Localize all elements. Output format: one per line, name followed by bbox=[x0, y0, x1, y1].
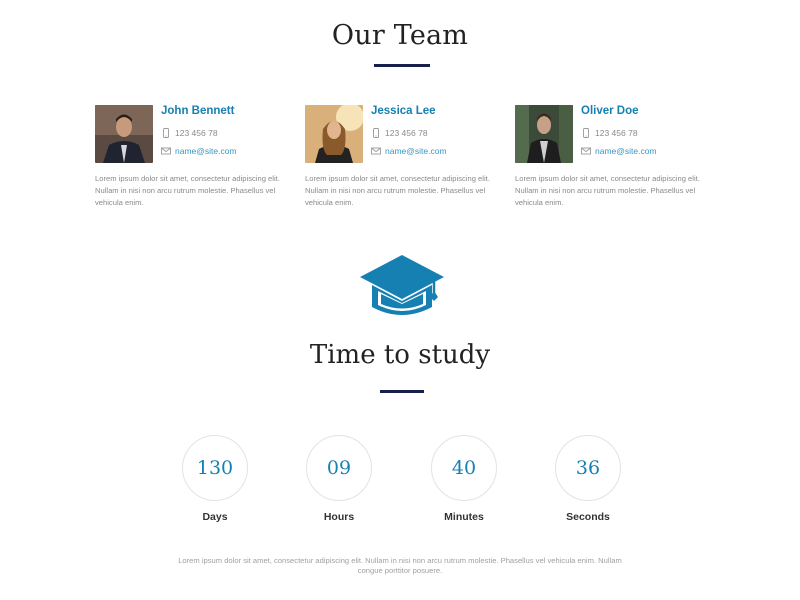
member-email-link[interactable]: name@site.com bbox=[595, 146, 657, 156]
countdown-seconds: 36 Seconds bbox=[555, 435, 621, 523]
countdown-hours: 09 Hours bbox=[306, 435, 372, 523]
study-section-title: Time to study bbox=[309, 340, 491, 370]
team-member-card: Jessica Lee 123 456 78 name@site.com Lor… bbox=[305, 105, 505, 215]
member-email: name@site.com bbox=[581, 146, 657, 156]
graduation-cap-icon bbox=[358, 253, 446, 324]
member-email: name@site.com bbox=[161, 146, 237, 156]
countdown-days: 130 Days bbox=[182, 435, 248, 523]
phone-icon bbox=[161, 128, 171, 138]
member-bio: Lorem ipsum dolor sit amet, consectetur … bbox=[305, 174, 490, 207]
member-photo bbox=[95, 105, 153, 163]
phone-icon bbox=[581, 128, 591, 138]
member-phone: 123 456 78 bbox=[161, 128, 218, 138]
study-title-divider bbox=[380, 390, 424, 393]
member-name[interactable]: John Bennett bbox=[161, 105, 234, 117]
member-name[interactable]: Jessica Lee bbox=[371, 105, 436, 117]
countdown-value: 130 bbox=[182, 435, 248, 501]
member-phone: 123 456 78 bbox=[581, 128, 638, 138]
envelope-icon bbox=[161, 146, 171, 156]
member-email-link[interactable]: name@site.com bbox=[175, 146, 237, 156]
countdown-value: 09 bbox=[306, 435, 372, 501]
team-member-card: John Bennett 123 456 78 name@site.com Lo… bbox=[95, 105, 295, 215]
phone-icon bbox=[371, 128, 381, 138]
countdown-label: Hours bbox=[323, 511, 355, 523]
team-member-card: Oliver Doe 123 456 78 name@site.com Lore… bbox=[515, 105, 715, 215]
member-phone: 123 456 78 bbox=[371, 128, 428, 138]
envelope-icon bbox=[371, 146, 381, 156]
member-bio: Lorem ipsum dolor sit amet, consectetur … bbox=[515, 174, 700, 207]
member-photo bbox=[515, 105, 573, 163]
countdown-label: Days bbox=[202, 511, 228, 523]
countdown-minutes: 40 Minutes bbox=[431, 435, 497, 523]
member-bio: Lorem ipsum dolor sit amet, consectetur … bbox=[95, 174, 280, 207]
member-email-link[interactable]: name@site.com bbox=[385, 146, 447, 156]
member-photo bbox=[305, 105, 363, 163]
team-section-title: Our Team bbox=[331, 20, 469, 51]
study-description: Lorem ipsum dolor sit amet, consectetur … bbox=[178, 556, 622, 575]
member-name[interactable]: Oliver Doe bbox=[581, 105, 639, 117]
countdown-label: Seconds bbox=[566, 511, 610, 523]
countdown-value: 36 bbox=[555, 435, 621, 501]
member-email: name@site.com bbox=[371, 146, 447, 156]
countdown-value: 40 bbox=[431, 435, 497, 501]
team-title-divider bbox=[374, 64, 430, 67]
member-phone-number: 123 456 78 bbox=[595, 128, 638, 138]
member-phone-number: 123 456 78 bbox=[175, 128, 218, 138]
countdown-label: Minutes bbox=[444, 511, 484, 523]
member-phone-number: 123 456 78 bbox=[385, 128, 428, 138]
envelope-icon bbox=[581, 146, 591, 156]
